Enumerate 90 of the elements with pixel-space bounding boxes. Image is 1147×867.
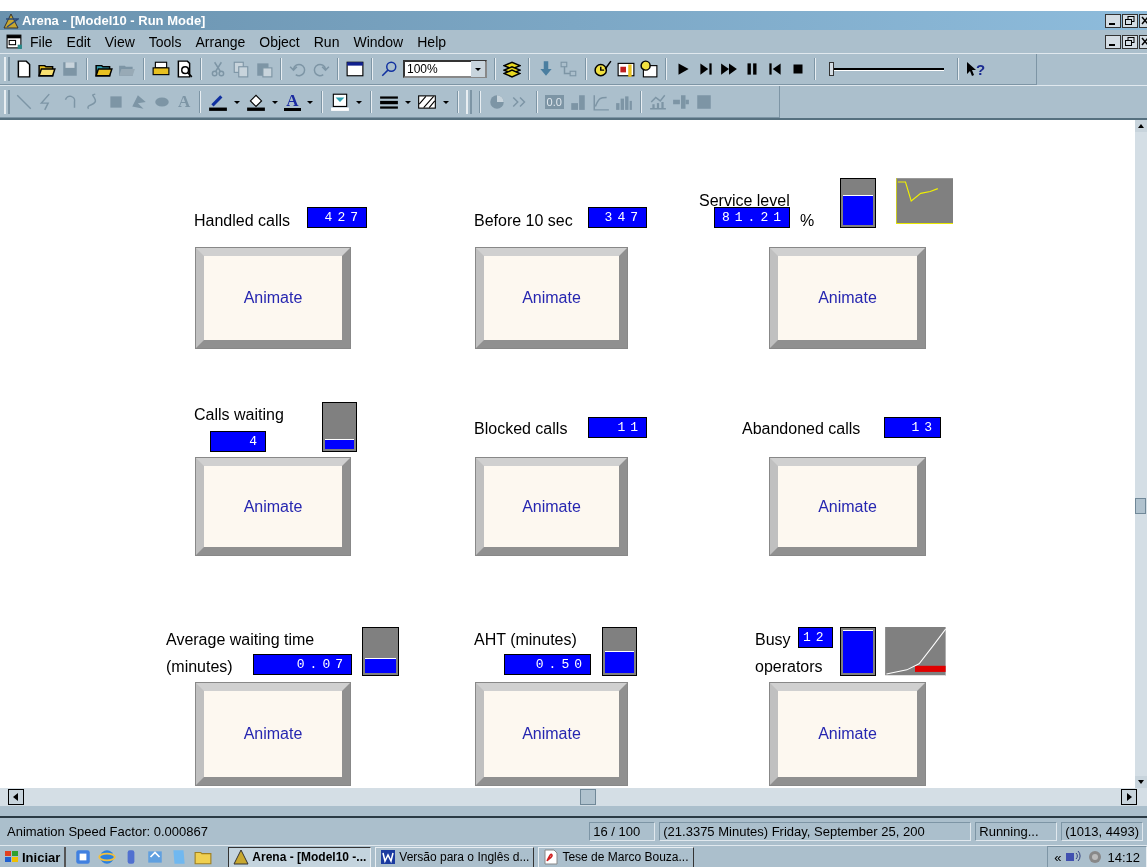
print-icon[interactable] xyxy=(152,60,170,78)
document-icon[interactable] xyxy=(6,33,23,50)
unit-label: % xyxy=(800,212,815,230)
status-field: 16 / 100 xyxy=(589,822,656,841)
minimize-button[interactable] xyxy=(1105,13,1121,28)
pdf-document-icon xyxy=(543,849,560,865)
menu-item[interactable]: Help xyxy=(410,33,454,50)
rewind-start-icon[interactable] xyxy=(766,60,784,78)
close-button[interactable] xyxy=(1139,34,1147,49)
toolbar-grip[interactable] xyxy=(465,89,472,114)
app-logo-icon xyxy=(233,849,250,865)
panel-label: Abandoned calls xyxy=(742,420,861,438)
print-preview-icon[interactable] xyxy=(175,60,193,78)
clock-table-icon[interactable] xyxy=(640,60,658,78)
tray-expand-button[interactable]: « xyxy=(1054,849,1062,865)
status-field: (21.3375 Minutes) Friday, September 25, 200 xyxy=(659,822,972,841)
animate-button[interactable]: Animate xyxy=(770,683,925,785)
panel-label: Before 10 sec xyxy=(474,212,573,230)
taskbar-button[interactable]: Versão para o Inglês d... xyxy=(375,846,535,867)
value-display: 12 xyxy=(798,627,833,648)
form-icon[interactable] xyxy=(617,60,635,78)
value-display: 0.07 xyxy=(253,654,352,675)
value-display: 13 xyxy=(884,417,941,438)
help-button[interactable]: ? xyxy=(966,60,986,78)
animate-button[interactable]: Animate xyxy=(196,458,350,555)
value-display: 81.21 xyxy=(714,207,790,228)
layers-icon[interactable] xyxy=(503,60,521,78)
scroll-right-icon[interactable] xyxy=(1121,789,1137,805)
panel-label: AHT (minutes) xyxy=(474,631,577,649)
panel-label: Average waiting time xyxy=(166,631,315,649)
value-display: 347 xyxy=(588,207,647,228)
taskbar-button[interactable]: Tese de Marco Bouza... xyxy=(538,846,694,867)
taskbar-button[interactable]: Arena - [Model10 -... xyxy=(228,846,372,867)
minimize-button[interactable] xyxy=(1105,34,1121,49)
menu-item[interactable]: Edit xyxy=(59,33,98,50)
scroll-left-icon[interactable] xyxy=(8,789,24,805)
clock-pencil-icon[interactable] xyxy=(594,60,612,78)
hatch-pattern-icon[interactable] xyxy=(416,92,437,111)
desktop-icon[interactable] xyxy=(74,848,93,866)
new-file-icon[interactable] xyxy=(15,60,33,78)
word-document-icon xyxy=(380,849,397,865)
fill-color-icon[interactable] xyxy=(246,92,267,111)
panel-label: (minutes) xyxy=(166,658,233,676)
horizontal-scrollbar[interactable] xyxy=(0,788,1147,806)
status-field: Running... xyxy=(975,822,1058,841)
scroll-up-icon[interactable] xyxy=(1135,120,1147,132)
panel-label: Calls waiting xyxy=(194,406,284,424)
menu-item[interactable]: File xyxy=(23,33,60,50)
animate-button[interactable]: Animate xyxy=(476,248,627,348)
value-display: 11 xyxy=(588,417,647,438)
animate-button[interactable]: Animate xyxy=(476,458,627,555)
value-display: 0.50 xyxy=(504,654,591,675)
search-icon[interactable] xyxy=(380,60,398,78)
animate-button[interactable]: Animate xyxy=(196,248,350,348)
app-logo-icon xyxy=(3,12,19,29)
window-icon[interactable] xyxy=(346,60,364,78)
clock: 14:12 xyxy=(1107,849,1140,865)
vertical-scrollbar[interactable] xyxy=(1135,120,1147,788)
panel-label: Busy xyxy=(755,631,791,649)
scroll-thumb[interactable] xyxy=(1135,498,1146,514)
menu-item[interactable]: View xyxy=(97,33,142,50)
zoom-field[interactable]: 100% xyxy=(403,60,487,78)
animate-button[interactable]: Animate xyxy=(476,683,627,785)
status-field: (1013, 4493) xyxy=(1061,822,1143,841)
animate-button[interactable]: Animate xyxy=(196,683,350,785)
font-color-button[interactable]: A xyxy=(284,92,301,111)
menu-item[interactable]: Object xyxy=(252,33,307,50)
speed-slider[interactable] xyxy=(829,59,944,79)
toolbar-grip[interactable] xyxy=(4,89,10,114)
value-display: 427 xyxy=(307,207,367,228)
panel-label: Handled calls xyxy=(194,212,291,230)
menu-item[interactable]: Tools xyxy=(141,33,189,50)
toolbar-grip[interactable] xyxy=(4,57,10,81)
panel-label: Service level xyxy=(699,192,790,210)
panel-label: operators xyxy=(755,658,823,676)
status-field: Animation Speed Factor: 0.000867 xyxy=(4,823,586,840)
value-display: 4 xyxy=(210,431,266,452)
animate-button[interactable]: Animate xyxy=(770,458,925,555)
close-button[interactable] xyxy=(1139,13,1147,28)
step-icon[interactable] xyxy=(697,60,715,78)
animate-button[interactable]: Animate xyxy=(770,248,925,348)
panel-label: Blocked calls xyxy=(474,420,568,438)
menu-item[interactable]: Run xyxy=(306,33,347,50)
scroll-thumb[interactable] xyxy=(579,789,596,805)
windows-logo-icon xyxy=(4,850,20,864)
menu-item[interactable]: Window xyxy=(346,33,411,50)
palette-icon[interactable] xyxy=(329,92,350,111)
menu-item[interactable]: Arrange xyxy=(188,33,253,50)
scroll-down-icon[interactable] xyxy=(1135,776,1147,788)
window-title: Arena - [Model10 - Run Mode] xyxy=(22,13,206,28)
